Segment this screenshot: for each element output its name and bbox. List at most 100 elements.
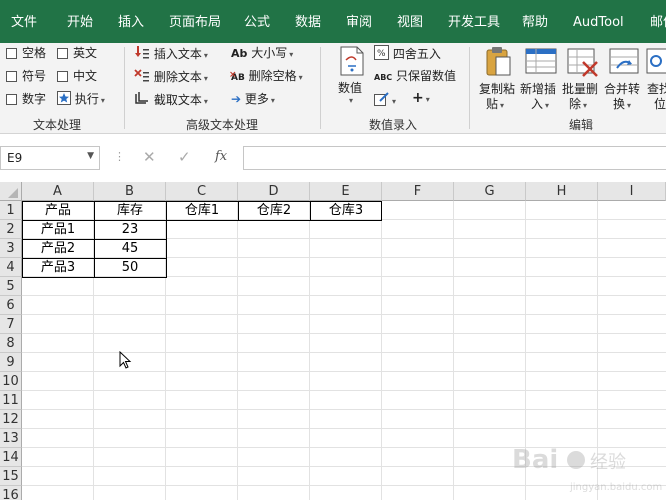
value-button[interactable]: 数值 ▾ <box>334 46 370 105</box>
svg-text:jingyan.baidu.com: jingyan.baidu.com <box>569 482 662 493</box>
row-header-9[interactable]: 9 <box>0 353 22 372</box>
cancel-icon[interactable]: ✕ <box>143 148 156 166</box>
border-line <box>22 258 167 259</box>
find-locate-button[interactable]: 查找 位 <box>646 46 666 112</box>
tab-developer[interactable]: 开发工具 <box>448 0 500 43</box>
checkbox-symbol[interactable] <box>6 71 17 82</box>
tab-page-layout[interactable]: 页面布局 <box>169 0 221 43</box>
column-header-h[interactable]: H <box>526 182 598 201</box>
column-header-c[interactable]: C <box>166 182 238 201</box>
select-all-triangle-icon <box>8 188 18 198</box>
cut-text-button[interactable]: 截取文本 ▾ <box>134 91 208 110</box>
row-header-4[interactable]: 4 <box>0 258 22 277</box>
column-header-g[interactable]: G <box>454 182 526 201</box>
row-header-3[interactable]: 3 <box>0 239 22 258</box>
column-header-f[interactable]: F <box>382 182 454 201</box>
row-header-14[interactable]: 14 <box>0 448 22 467</box>
ribbon: 空格 英文 符号 中文 数字 执行 ▾ 文本处理 插入文本 ▾ 删除文本 ▾ 截取文本… <box>0 43 666 134</box>
group-label-number-entry: 数值录入 <box>369 118 418 132</box>
tab-data[interactable]: 数据 <box>295 0 321 43</box>
grid-row-line <box>22 314 666 315</box>
delete-space-button[interactable]: × AB 删除空格 ▾ <box>229 68 303 86</box>
edit-pen-button[interactable]: ▾ <box>374 91 396 110</box>
column-header-a[interactable]: A <box>22 182 94 201</box>
execute-label: 执行 <box>74 92 99 106</box>
row-header-11[interactable]: 11 <box>0 391 22 410</box>
column-header-d[interactable]: D <box>238 182 310 201</box>
insert-function-icon[interactable]: fx <box>215 149 227 164</box>
merge-convert-button[interactable]: 合并转 换 ▾ <box>603 46 647 112</box>
row-header-1[interactable]: 1 <box>0 201 22 220</box>
more-button[interactable]: ➔ 更多 ▾ <box>231 91 275 109</box>
checkbox-chinese[interactable] <box>57 71 68 82</box>
spreadsheet-grid[interactable]: ABCDEFGHI 1 2 3 4 5 6 7 8 9 10 11 12 13 14 15 16 产品 库存 仓库… <box>0 182 666 500</box>
row-header-13[interactable]: 13 <box>0 429 22 448</box>
keep-value-button[interactable]: ABC 只保留数值 <box>374 68 456 86</box>
column-header-i[interactable]: I <box>598 182 666 201</box>
tab-audtool[interactable]: AudTool <box>573 0 624 43</box>
more-label: 更多 <box>244 92 269 106</box>
formula-input[interactable] <box>243 146 666 170</box>
row-header-7[interactable]: 7 <box>0 315 22 334</box>
checkbox-space-label: 空格 <box>22 46 47 60</box>
round-button[interactable]: % 四舍五入 <box>374 45 441 62</box>
grid-column-line <box>453 201 454 500</box>
name-box[interactable]: E9 ▼ <box>0 146 100 170</box>
delete-text-button[interactable]: 删除文本 ▾ <box>134 68 208 87</box>
select-all-corner[interactable] <box>0 182 22 201</box>
grid-row-line <box>22 428 666 429</box>
case-button[interactable]: Ab 大小写 ▾ <box>231 45 293 63</box>
batch-delete-label-2: 除 ▾ <box>569 97 588 111</box>
arrow-right-icon: ➔ <box>231 92 242 106</box>
row-header-5[interactable]: 5 <box>0 277 22 296</box>
tab-review[interactable]: 审阅 <box>346 0 372 43</box>
row-header-12[interactable]: 12 <box>0 410 22 429</box>
value-icon <box>340 46 364 76</box>
tab-help[interactable]: 帮助 <box>522 0 548 43</box>
plus-icon: + <box>412 90 424 106</box>
copy-paste-label-2: 贴 ▾ <box>486 97 505 111</box>
find-icon <box>646 48 666 74</box>
case-label: 大小写 <box>251 46 288 60</box>
row-header-16[interactable]: 16 <box>0 486 22 500</box>
batch-delete-button[interactable]: 批量删 除 ▾ <box>561 46 605 112</box>
tab-file[interactable]: 文件 <box>11 0 37 43</box>
group-separator <box>124 47 125 129</box>
insert-text-icon <box>135 46 149 59</box>
keep-value-label: 只保留数值 <box>396 69 457 83</box>
execute-button[interactable]: 执行 ▾ <box>57 91 105 109</box>
new-insert-button[interactable]: 新增插 入 ▾ <box>519 46 563 112</box>
checkbox-space[interactable] <box>6 48 17 59</box>
drag-handle-icon[interactable]: ⋮ <box>114 150 125 163</box>
group-label-text-processing: 文本处理 <box>33 118 82 132</box>
batch-delete-label-1: 批量删 <box>562 82 599 96</box>
percent-icon: % <box>374 45 389 60</box>
confirm-icon[interactable]: ✓ <box>178 148 191 166</box>
tab-formulas[interactable]: 公式 <box>244 0 270 43</box>
delete-space-label: 删除空格 <box>248 69 297 83</box>
checkbox-number[interactable] <box>6 94 17 105</box>
add-button[interactable]: + ▾ <box>412 90 430 108</box>
tab-view[interactable]: 视图 <box>397 0 423 43</box>
row-header-6[interactable]: 6 <box>0 296 22 315</box>
copy-paste-button[interactable]: 复制粘 贴 ▾ <box>476 46 520 112</box>
column-header-b[interactable]: B <box>94 182 166 201</box>
row-header-10[interactable]: 10 <box>0 372 22 391</box>
value-label: 数值 <box>338 81 363 95</box>
insert-text-button[interactable]: 插入文本 ▾ <box>134 45 208 64</box>
tab-mail[interactable]: 邮件 <box>650 0 666 43</box>
checkbox-english[interactable] <box>57 48 68 59</box>
tab-insert[interactable]: 插入 <box>118 0 144 43</box>
chevron-down-icon[interactable]: ▼ <box>87 151 94 161</box>
delete-space-icon: × AB <box>229 70 245 83</box>
row-header-2[interactable]: 2 <box>0 220 22 239</box>
row-header-8[interactable]: 8 <box>0 334 22 353</box>
row-header-15[interactable]: 15 <box>0 467 22 486</box>
tab-home[interactable]: 开始 <box>67 0 93 43</box>
column-header-e[interactable]: E <box>310 182 382 201</box>
grid-column-line <box>381 201 382 500</box>
grid-row-line <box>22 333 666 334</box>
formula-bar: E9 ▼ ⋮ ✕ ✓ fx <box>0 134 666 182</box>
checkbox-english-label: 英文 <box>73 46 98 60</box>
checkbox-chinese-label: 中文 <box>73 69 98 83</box>
